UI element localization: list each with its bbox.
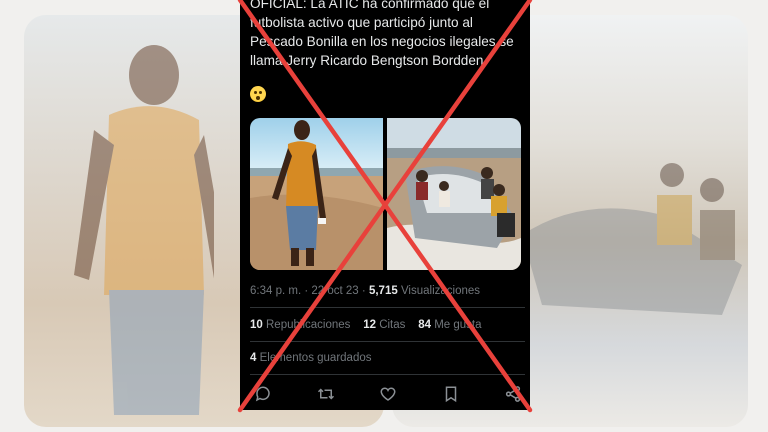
share-icon[interactable] bbox=[504, 385, 522, 403]
like-icon[interactable] bbox=[379, 385, 397, 403]
divider bbox=[250, 374, 525, 375]
reposts-label: Republicaciones bbox=[266, 319, 351, 331]
bookmarks-count: 4 bbox=[250, 352, 257, 364]
meta-separator: · bbox=[304, 285, 309, 297]
background-boat-figure bbox=[522, 163, 742, 315]
tweet-photo-man[interactable] bbox=[250, 118, 383, 270]
divider bbox=[250, 307, 525, 308]
bookmark-icon[interactable] bbox=[442, 385, 460, 403]
likes-label: Me gusta bbox=[434, 319, 482, 331]
likes-count: 84 bbox=[418, 319, 431, 331]
bookmarks-stat[interactable]: 4 Elementos guardados bbox=[250, 352, 372, 364]
repost-icon[interactable] bbox=[317, 385, 335, 403]
background-man-figure bbox=[74, 45, 214, 415]
reposts-count: 10 bbox=[250, 319, 263, 331]
photo-boat-illustration bbox=[387, 118, 521, 270]
views-count: 5,715 bbox=[368, 285, 398, 297]
quotes-stat[interactable]: 12 Citas bbox=[363, 319, 408, 331]
tweet-card: OFICIAL: La ATIC ha confirmado que el fu… bbox=[240, 0, 530, 410]
tweet-stats: 10 Republicaciones 12 Citas 84 Me gusta bbox=[250, 319, 482, 331]
hushed-face-emoji bbox=[250, 86, 266, 102]
divider bbox=[250, 341, 525, 342]
tweet-date: 22 oct 23 bbox=[311, 285, 359, 297]
meta-separator: · bbox=[361, 285, 366, 297]
bookmarks-label: Elementos guardados bbox=[259, 352, 372, 364]
views-label: Visualizaciones bbox=[400, 285, 481, 297]
reply-icon[interactable] bbox=[254, 385, 272, 403]
tweet-actions bbox=[254, 384, 522, 404]
quotes-label: Citas bbox=[379, 319, 406, 331]
tweet-photo-boat[interactable] bbox=[387, 118, 521, 270]
tweet-text: OFICIAL: La ATIC ha confirmado que el fu… bbox=[250, 0, 514, 68]
photo-man-illustration bbox=[250, 118, 383, 270]
reposts-stat[interactable]: 10 Republicaciones bbox=[250, 319, 354, 331]
tweet-meta: 6:34 p. m. · 22 oct 23 · 5,715 Visualiza… bbox=[250, 285, 480, 297]
tweet-time: 6:34 p. m. bbox=[250, 285, 302, 297]
quotes-count: 12 bbox=[363, 319, 376, 331]
likes-stat[interactable]: 84 Me gusta bbox=[418, 319, 481, 331]
